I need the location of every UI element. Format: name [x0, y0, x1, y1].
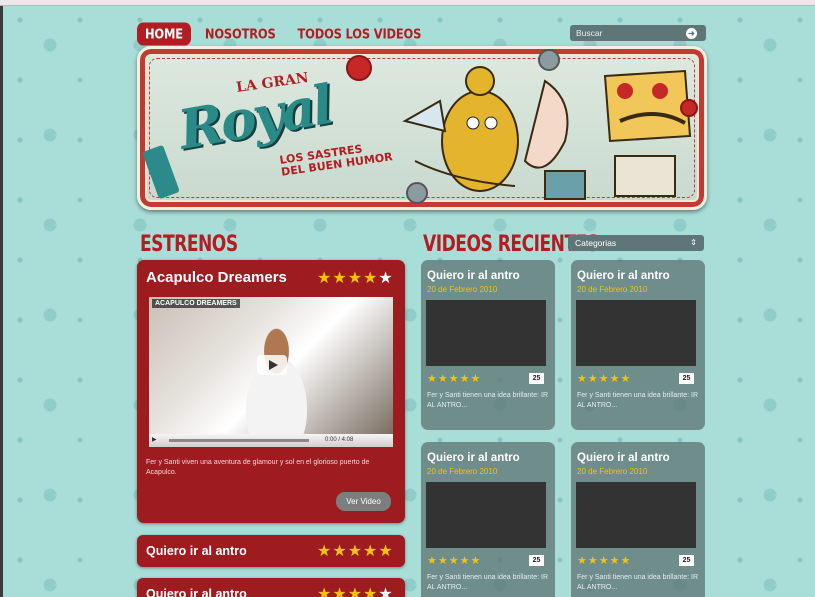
video-player[interactable]: ACAPULCO DREAMERS ☆☆☆☆ ▶ 0:00 / 4:08: [149, 297, 393, 447]
search-input[interactable]: [570, 28, 686, 38]
video-card-date: 20 de Febrero 2010: [427, 285, 498, 294]
thread-spool-icon: [142, 144, 180, 200]
star-icon: ★: [317, 270, 333, 287]
featured-video-panel: Acapulco Dreamers ★★★★★ ACAPULCO DREAMER…: [137, 260, 405, 523]
star-icon: ★: [332, 270, 348, 287]
list-item-rating: ★★★★★: [317, 543, 394, 560]
video-card-rating: ★★★★★: [427, 373, 482, 385]
video-card-title: Quiero ir al antro: [427, 452, 520, 464]
video-card-title: Quiero ir al antro: [577, 270, 670, 282]
video-person-image: [229, 327, 324, 437]
video-card[interactable]: Quiero ir al antro 20 de Febrero 2010 ★★…: [571, 442, 705, 597]
video-card-count: 25: [679, 373, 694, 384]
featured-description: Fer y Santi viven una aventura de glamou…: [146, 459, 370, 476]
main-nav: HOME NOSOTROS TODOS LOS VIDEOS: [137, 22, 430, 46]
video-card-rating: ★★★★★: [577, 555, 632, 567]
video-progress-bar[interactable]: [169, 439, 309, 442]
video-card-rating: ★★★★★: [427, 555, 482, 567]
video-controls: ▶ 0:00 / 4:08: [149, 434, 393, 447]
list-item-rating: ★★★★★: [317, 586, 394, 597]
video-card-thumbnail[interactable]: [426, 482, 546, 548]
window-left-edge: [0, 6, 3, 597]
video-card-text: Fer y Santi tienen una idea brillante: I…: [427, 392, 549, 409]
video-title-tag: ACAPULCO DREAMERS: [152, 299, 240, 308]
window-top-edge: [0, 0, 815, 6]
video-card-date: 20 de Febrero 2010: [427, 467, 498, 476]
play-small-icon[interactable]: ▶: [152, 437, 157, 443]
categories-select-value: Categorias: [575, 238, 617, 248]
video-card-thumbnail[interactable]: [576, 482, 696, 548]
nav-nosotros[interactable]: NOSOTROS: [197, 23, 284, 46]
star-icon: ★: [347, 270, 364, 287]
video-card-count: 25: [529, 555, 544, 566]
video-card-count: 25: [679, 555, 694, 566]
ver-video-button[interactable]: Ver Video: [336, 492, 391, 511]
video-card-text: Fer y Santi tienen una idea brillante: I…: [427, 574, 549, 591]
nav-home[interactable]: HOME: [137, 22, 191, 46]
play-icon[interactable]: [257, 355, 287, 375]
tailor-illustration: [402, 66, 692, 200]
header-banner: LA GRAN Royal LOS SASTRES DEL BUEN HUMOR: [137, 46, 707, 210]
star-icon: ★: [363, 270, 379, 287]
video-card[interactable]: Quiero ir al antro 20 de Febrero 2010 ★★…: [421, 260, 555, 430]
video-card-text: Fer y Santi tienen una idea brillante: I…: [577, 392, 699, 409]
video-card-thumbnail[interactable]: [426, 300, 546, 366]
video-card-date: 20 de Febrero 2010: [577, 285, 648, 294]
video-card-count: 25: [529, 373, 544, 384]
logo-subtitle: LOS SASTRES DEL BUEN HUMOR: [279, 139, 394, 178]
search-box: ➜: [570, 25, 706, 41]
gray-button-decoration-2: [406, 182, 428, 204]
red-button-decoration: [346, 55, 372, 81]
video-card-title: Quiero ir al antro: [577, 452, 670, 464]
list-item[interactable]: Quiero ir al antro ★★★★★: [137, 535, 405, 567]
video-card-rating: ★★★★★: [577, 373, 632, 385]
featured-rating[interactable]: ★★★★★: [317, 268, 394, 288]
categories-select[interactable]: Categorias ⇕: [568, 235, 704, 251]
section-title-estrenos: ESTRENOS: [140, 231, 238, 257]
list-item[interactable]: Quiero ir al antro ★★★★★: [137, 578, 405, 597]
list-item-title: Quiero ir al antro: [146, 587, 247, 597]
select-arrows-icon: ⇕: [690, 238, 697, 247]
video-card-date: 20 de Febrero 2010: [577, 467, 648, 476]
video-card-title: Quiero ir al antro: [427, 270, 520, 282]
search-go-icon[interactable]: ➜: [686, 27, 697, 39]
nav-todos-los-videos[interactable]: TODOS LOS VIDEOS: [290, 23, 430, 46]
video-card-thumbnail[interactable]: [576, 300, 696, 366]
video-card-text: Fer y Santi tienen una idea brillante: I…: [577, 574, 699, 591]
featured-title[interactable]: Acapulco Dreamers: [146, 269, 287, 286]
list-item-title: Quiero ir al antro: [146, 544, 247, 558]
video-card[interactable]: Quiero ir al antro 20 de Febrero 2010 ★★…: [571, 260, 705, 430]
video-mini-rating: ☆☆☆☆: [152, 309, 178, 316]
red-button-decoration-2: [680, 99, 698, 117]
star-empty-icon: ★: [378, 270, 394, 287]
gray-button-decoration: [538, 49, 560, 71]
video-time: 0:00 / 4:08: [325, 437, 354, 443]
video-card[interactable]: Quiero ir al antro 20 de Febrero 2010 ★★…: [421, 442, 555, 597]
